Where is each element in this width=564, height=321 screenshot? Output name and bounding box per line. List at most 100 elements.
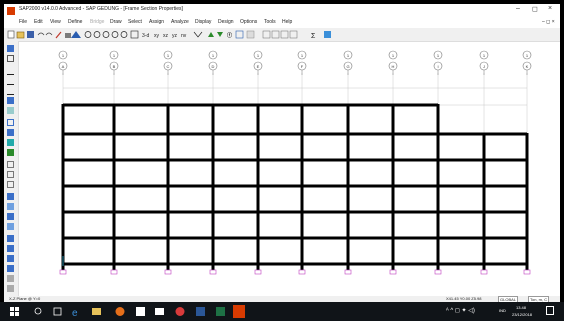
left-toolbar <box>4 41 19 296</box>
menu-draw[interactable]: Draw <box>110 19 122 25</box>
select-box-icon[interactable] <box>7 161 14 168</box>
draw-quad-icon[interactable] <box>7 119 14 126</box>
snap-grid-icon[interactable] <box>7 285 14 292</box>
down-icon <box>217 32 223 37</box>
reshape-icon[interactable] <box>7 55 14 62</box>
draw-link-icon[interactable] <box>7 139 14 146</box>
pan-icon <box>120 31 128 38</box>
quick-draw-icon[interactable] <box>7 77 14 85</box>
snap-mid-icon[interactable] <box>7 255 14 262</box>
snap-perp-icon[interactable] <box>7 275 14 282</box>
edge-icon: e <box>72 308 78 319</box>
support-marker <box>110 269 118 275</box>
menu-design[interactable]: Design <box>218 19 234 25</box>
pencil-icon <box>55 31 62 39</box>
snap-intersect-icon[interactable] <box>7 265 14 272</box>
toolbar-icons[interactable]: 3-d xy xz yz nv ⓕ Σ <box>6 28 406 41</box>
support-marker <box>298 269 306 275</box>
lock-icon <box>65 33 71 38</box>
sap2000-icon <box>233 305 245 318</box>
menu-assign[interactable]: Assign <box>149 19 164 25</box>
input-language[interactable]: IND <box>499 308 506 313</box>
draw-special-icon[interactable] <box>7 129 14 136</box>
support-marker <box>209 269 217 275</box>
excel-icon <box>216 307 225 316</box>
search-icon <box>34 307 42 315</box>
sum-icon: Σ <box>311 33 316 40</box>
close-button[interactable]: × <box>548 5 552 12</box>
select-all-icon: ⓕ <box>227 32 232 39</box>
rotate-icon <box>193 31 203 38</box>
xy-view-icon: xy <box>154 33 160 39</box>
explorer-icon <box>92 308 101 315</box>
frame-elevation-drawing[interactable]: 1A1B1C1D1E1F1G1H1I1J1K <box>19 42 559 296</box>
draw-joint-icon[interactable] <box>7 149 14 156</box>
support-marker <box>59 269 67 275</box>
store-icon <box>136 307 145 316</box>
undo-icon <box>37 32 45 36</box>
draw-frame-icon[interactable] <box>7 67 14 75</box>
grid-bubble-letter: G <box>346 64 349 69</box>
sap2000-app-icon <box>7 7 15 15</box>
restraint-fixed-icon[interactable] <box>7 193 14 200</box>
zoom-window-icon <box>102 31 110 38</box>
grid-bubble-letter: B <box>113 64 116 69</box>
open-icon <box>16 31 25 39</box>
document-window-controls[interactable]: – ◻ × <box>542 19 555 25</box>
frame-icon <box>262 30 271 39</box>
shell-icon <box>271 30 280 39</box>
refresh-icon <box>130 30 139 39</box>
window-title: SAP2000 v14.0.0 Advanced - SAP GEDUNG - … <box>19 6 183 12</box>
cursor-coordinates: X41.45 Y0.00 Z5.98 <box>446 296 482 301</box>
system-tray-icons[interactable]: ᴬ ^ ◻ ✦ ◁) <box>446 307 475 314</box>
section-icon <box>246 30 255 39</box>
grid-bubble-letter: I <box>437 64 438 69</box>
clock-date[interactable]: 23/12/2018 <box>512 312 532 317</box>
menu-tools[interactable]: Tools <box>264 19 276 25</box>
pointer-icon[interactable] <box>7 45 14 52</box>
grid-bubble-letter: K <box>526 64 529 69</box>
draw-area-icon[interactable] <box>7 97 14 104</box>
support-marker <box>480 269 488 275</box>
menu-display[interactable]: Display <box>195 19 211 25</box>
minimize-button[interactable]: – <box>516 5 520 12</box>
support-marker <box>389 269 397 275</box>
link-icon <box>280 30 289 39</box>
menu-define[interactable]: Define <box>68 19 82 25</box>
menu-analyze[interactable]: Analyze <box>171 19 189 25</box>
snap-joint-icon[interactable] <box>7 235 14 242</box>
select-poly-icon[interactable] <box>7 171 14 178</box>
restraint-roller-icon[interactable] <box>7 213 14 220</box>
firefox-icon <box>115 307 125 316</box>
menu-edit[interactable]: Edit <box>34 19 43 25</box>
save-icon <box>27 31 34 38</box>
select-intersect-icon[interactable] <box>7 181 14 188</box>
menu-file[interactable]: File <box>19 19 27 25</box>
restraint-free-icon[interactable] <box>7 223 14 230</box>
new-icon <box>7 30 15 39</box>
draw-rect-icon[interactable] <box>7 107 14 114</box>
maximize-button[interactable]: ◻ <box>532 5 538 13</box>
support-marker <box>254 269 262 275</box>
grid-bubble-letter: J <box>483 64 485 69</box>
menu-bridge[interactable]: Bridge <box>90 19 104 25</box>
grid-icon <box>235 30 244 39</box>
task-view-icon <box>53 307 62 316</box>
menu-options[interactable]: Options <box>240 19 257 25</box>
start-icon <box>10 307 19 316</box>
menu-help[interactable]: Help <box>282 19 292 25</box>
taskbar-apps[interactable]: e <box>0 302 420 321</box>
clock-time[interactable]: 13.48 <box>516 305 526 310</box>
support-marker <box>344 269 352 275</box>
menu-view[interactable]: View <box>50 19 61 25</box>
notification-icon[interactable] <box>546 306 554 315</box>
snap-line-icon[interactable] <box>7 245 14 252</box>
menu-select[interactable]: Select <box>128 19 142 25</box>
mail-icon <box>155 308 164 315</box>
model-view-canvas[interactable]: 1A1B1C1D1E1F1G1H1I1J1K <box>19 42 559 296</box>
draw-brace-icon[interactable] <box>7 87 14 95</box>
restraint-pin-icon[interactable] <box>7 203 14 210</box>
grid-bubble-letter: D <box>212 64 215 69</box>
zoom-full-icon <box>111 31 119 38</box>
support-marker <box>164 269 172 275</box>
